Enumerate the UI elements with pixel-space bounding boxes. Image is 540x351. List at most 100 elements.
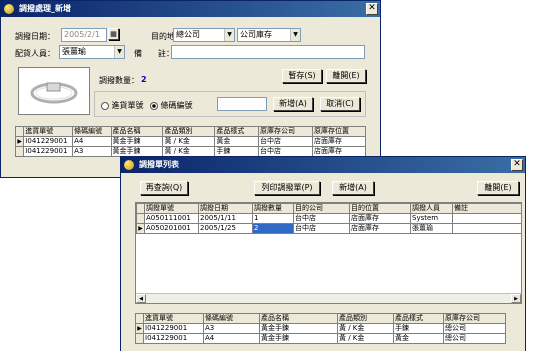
table-cell[interactable]: I041229001 [23,136,74,147]
table-cell[interactable]: 張薑瑜 [410,223,453,234]
print-transfer-button[interactable]: 列印調撥單(P) [254,181,320,195]
column-header[interactable]: 進貨單號 [143,313,204,324]
table-cell[interactable]: 黃金手鍊 [259,323,338,334]
table-cell[interactable]: 黃金手鍊 [259,333,338,344]
table-cell[interactable]: 黃金手鍊 [110,146,164,157]
table-cell[interactable]: A3 [203,323,260,334]
column-header[interactable]: 條碼編號 [72,126,112,137]
table-row[interactable]: I041229001 A3 黃金手鍊 黃 / K金 手鍊 台中店 店面庫存 [14,146,367,157]
column-header[interactable]: 目的公司 [293,203,350,214]
table-row[interactable]: I041229001 A4 黃金手鍊 黃 / K金 黃金 總公司 [135,333,506,344]
scroll-left-icon[interactable]: ◀ [136,294,146,303]
column-header[interactable]: 備註 [452,203,522,214]
scroll-right-icon[interactable]: ▶ [511,294,521,303]
table-cell[interactable]: 黃 / K金 [162,146,216,157]
transfer-detail-grid[interactable]: 進貨單號 條碼編號 產品名稱 產品類別 產品樣式 原庫存公司 ▶ I041229… [135,313,506,344]
transfer-edit-titlebar[interactable]: 調撥處理_新增 ✕ [1,1,380,17]
table-cell[interactable]: 手鍊 [393,323,444,334]
column-header[interactable]: 產品名稱 [259,313,338,324]
column-header[interactable]: 原庫存公司 [443,313,506,324]
column-header[interactable]: 產品類別 [162,126,216,137]
requery-button[interactable]: 再查詢(Q) [140,181,188,195]
window-title: 調撥單列表 [139,160,179,169]
table-cell[interactable]: 黃 / K金 [337,323,394,334]
table-cell[interactable]: 店面庫存 [349,223,411,234]
column-header[interactable]: 產品樣式 [393,313,444,324]
code-input[interactable] [217,97,267,111]
column-header[interactable]: 調撥單號 [144,203,199,214]
horizontal-scrollbar[interactable]: ◀ ▶ [136,293,521,303]
table-cell[interactable]: 2005/1/11 [198,213,253,224]
exit-button[interactable]: 離開(E) [326,69,366,83]
table-row[interactable]: ▶ I041229001 A4 黃金手鍊 黃 / K金 黃金 台中店 店面庫存 [14,136,367,147]
column-header[interactable]: 目的位置 [349,203,411,214]
memo-field[interactable] [171,45,365,59]
column-header[interactable]: 產品類別 [337,313,394,324]
column-header[interactable]: 調撥日期 [198,203,253,214]
column-header[interactable]: 產品名稱 [110,126,164,137]
column-header[interactable]: 原庫存位置 [311,126,367,137]
table-cell[interactable] [452,223,522,234]
table-cell[interactable]: 2005/1/25 [198,223,253,234]
table-cell[interactable]: I041229001 [143,333,204,344]
table-cell[interactable]: 店面庫存 [349,213,411,224]
table-cell[interactable]: 手鍊 [214,146,259,157]
table-cell[interactable]: A050111001 [144,213,199,224]
column-header[interactable]: 調撥數量 [252,203,294,214]
table-row[interactable]: A050111001 2005/1/11 1 台中店 店面庫存 System [136,213,522,224]
table-cell[interactable] [452,213,522,224]
table-cell[interactable]: A050201001 [144,223,199,234]
table-cell[interactable]: A4 [72,136,112,147]
table-cell[interactable]: A4 [203,333,260,344]
transfer-list-grid[interactable]: 調撥單號 調撥日期 調撥數量 目的公司 目的位置 調撥人員 備註 A050111… [136,203,522,234]
date-field[interactable]: 2005/2/1 [61,28,107,42]
exit-button[interactable]: 離開(E) [477,181,519,195]
table-cell[interactable]: 黃 / K金 [162,136,216,147]
destination-location-select[interactable]: 公司庫存 ▼ [237,28,301,42]
column-header[interactable]: 產品樣式 [214,126,259,137]
table-cell[interactable]: I041229001 [143,323,204,334]
transfer-items-grid[interactable]: 進貨單號 條碼編號 產品名稱 產品類別 產品樣式 原庫存公司 原庫存位置 ▶ I… [14,126,367,157]
add-button[interactable]: 新增(A) [273,97,313,111]
table-cell[interactable]: 台中店 [257,136,313,147]
column-header[interactable]: 調撥人員 [410,203,453,214]
table-cell[interactable]: 店面庫存 [311,146,367,157]
table-cell[interactable]: 黃 / K金 [337,333,394,344]
table-row[interactable]: ▶ A050201001 2005/1/25 2 台中店 店面庫存 張薑瑜 [136,223,522,234]
column-header[interactable]: 條碼編號 [203,313,260,324]
table-cell[interactable]: 台中店 [293,213,350,224]
table-cell[interactable]: 1 [252,213,294,224]
table-cell[interactable]: 黃金 [214,136,259,147]
grid-header-row: 進貨單號 條碼編號 產品名稱 產品類別 產品樣式 原庫存公司 原庫存位置 [14,126,367,137]
selected-cell[interactable]: 2 [252,223,294,234]
window-title: 調撥處理_新增 [19,4,71,13]
radio-barcode-option[interactable]: 條碼編號 [150,100,193,111]
close-button[interactable]: ✕ [366,3,378,15]
column-header[interactable]: 進貨單號 [23,126,74,137]
table-cell[interactable]: 黃金手鍊 [110,136,164,147]
save-draft-button[interactable]: 暫存(S) [282,69,322,83]
current-row-icon: ▶ [135,323,144,334]
calendar-button[interactable]: ▦ [108,28,119,40]
table-cell[interactable]: System [410,213,453,224]
table-cell[interactable]: I041229001 [23,146,74,157]
table-cell[interactable]: A3 [72,146,112,157]
table-cell[interactable]: 台中店 [257,146,313,157]
table-cell[interactable]: 總公司 [443,333,506,344]
radio-purchase-option[interactable]: 進貨單號 [101,100,144,111]
close-button[interactable]: ✕ [511,159,523,171]
cancel-button[interactable]: 取消(C) [320,97,360,111]
add-button[interactable]: 新增(A) [332,181,374,195]
table-cell[interactable]: 黃金 [393,333,444,344]
table-cell[interactable]: 店面庫存 [311,136,367,147]
destination-company-select[interactable]: 總公司 ▼ [173,28,235,42]
transfer-list-titlebar[interactable]: 調撥單列表 ✕ [121,157,525,173]
cancel-label: 取消(C) [326,99,354,108]
staff-select[interactable]: 張薑瑜 ▼ [59,45,125,59]
table-cell[interactable]: 總公司 [443,323,506,334]
product-image [18,67,90,115]
column-header[interactable]: 原庫存公司 [257,126,313,137]
bracelet-picture [30,82,78,104]
table-row[interactable]: ▶ I041229001 A3 黃金手鍊 黃 / K金 手鍊 總公司 [135,323,506,334]
table-cell[interactable]: 台中店 [293,223,350,234]
